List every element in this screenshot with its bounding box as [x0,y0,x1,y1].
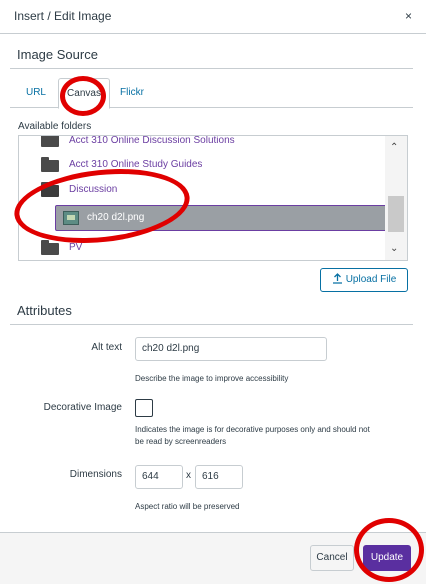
upload-icon [332,273,342,284]
update-button[interactable]: Update [363,545,411,571]
scrollbar[interactable]: ⌃ ⌄ [385,136,407,260]
cancel-button[interactable]: Cancel [310,545,354,571]
width-input[interactable]: 644 [135,465,183,489]
alt-text-label: Alt text [91,342,122,353]
image-thumbnail-icon [63,211,79,225]
dimensions-label: Dimensions [69,469,122,480]
dialog-header: Insert / Edit Image × [0,0,426,34]
folder-icon [41,157,59,172]
decorative-image-checkbox[interactable] [135,399,153,417]
alt-text-help: Describe the image to improve accessibil… [135,374,289,383]
decorative-image-label: Decorative Image [43,402,122,413]
divider [10,68,413,69]
dialog-footer: Cancel Update [0,532,426,584]
folder-icon [41,240,59,255]
tab-canvas[interactable]: Canvas [58,78,110,109]
image-source-tabs: URL Canvas Flickr [10,78,413,109]
tab-url[interactable]: URL [16,78,56,108]
decorative-help-line2: be read by screenreaders [135,437,227,446]
close-icon[interactable]: × [405,9,412,23]
divider [10,324,413,325]
dimensions-help: Aspect ratio will be preserved [135,502,240,511]
folder-label: PV [69,242,83,253]
folder-label: Acct 310 Online Discussion Solutions [69,135,235,146]
folder-label: Acct 310 Online Study Guides [69,159,203,170]
dimension-separator: x [186,470,191,481]
available-folders-label: Available folders [18,121,92,132]
tab-flickr[interactable]: Flickr [112,78,152,108]
folder-label: Discussion [69,184,118,195]
chevron-up-icon[interactable]: ⌃ [390,142,398,153]
selected-file[interactable]: ch20 d2l.png [55,205,403,231]
folder-tree[interactable]: Acct 310 Online Discussion Solutions Acc… [18,135,408,261]
upload-file-button[interactable]: Upload File [320,268,408,292]
file-name: ch20 d2l.png [87,212,145,223]
dialog-title: Insert / Edit Image [14,9,112,23]
image-source-heading: Image Source [17,47,98,62]
folder-icon [41,136,59,147]
scroll-thumb[interactable] [388,196,404,232]
chevron-down-icon[interactable]: ⌄ [390,243,398,254]
upload-file-label: Upload File [345,274,397,285]
decorative-help-line1: Indicates the image is for decorative pu… [135,425,370,434]
height-input[interactable]: 616 [195,465,243,489]
attributes-heading: Attributes [17,303,72,318]
folder-open-icon [41,182,59,197]
alt-text-input[interactable]: ch20 d2l.png [135,337,327,361]
